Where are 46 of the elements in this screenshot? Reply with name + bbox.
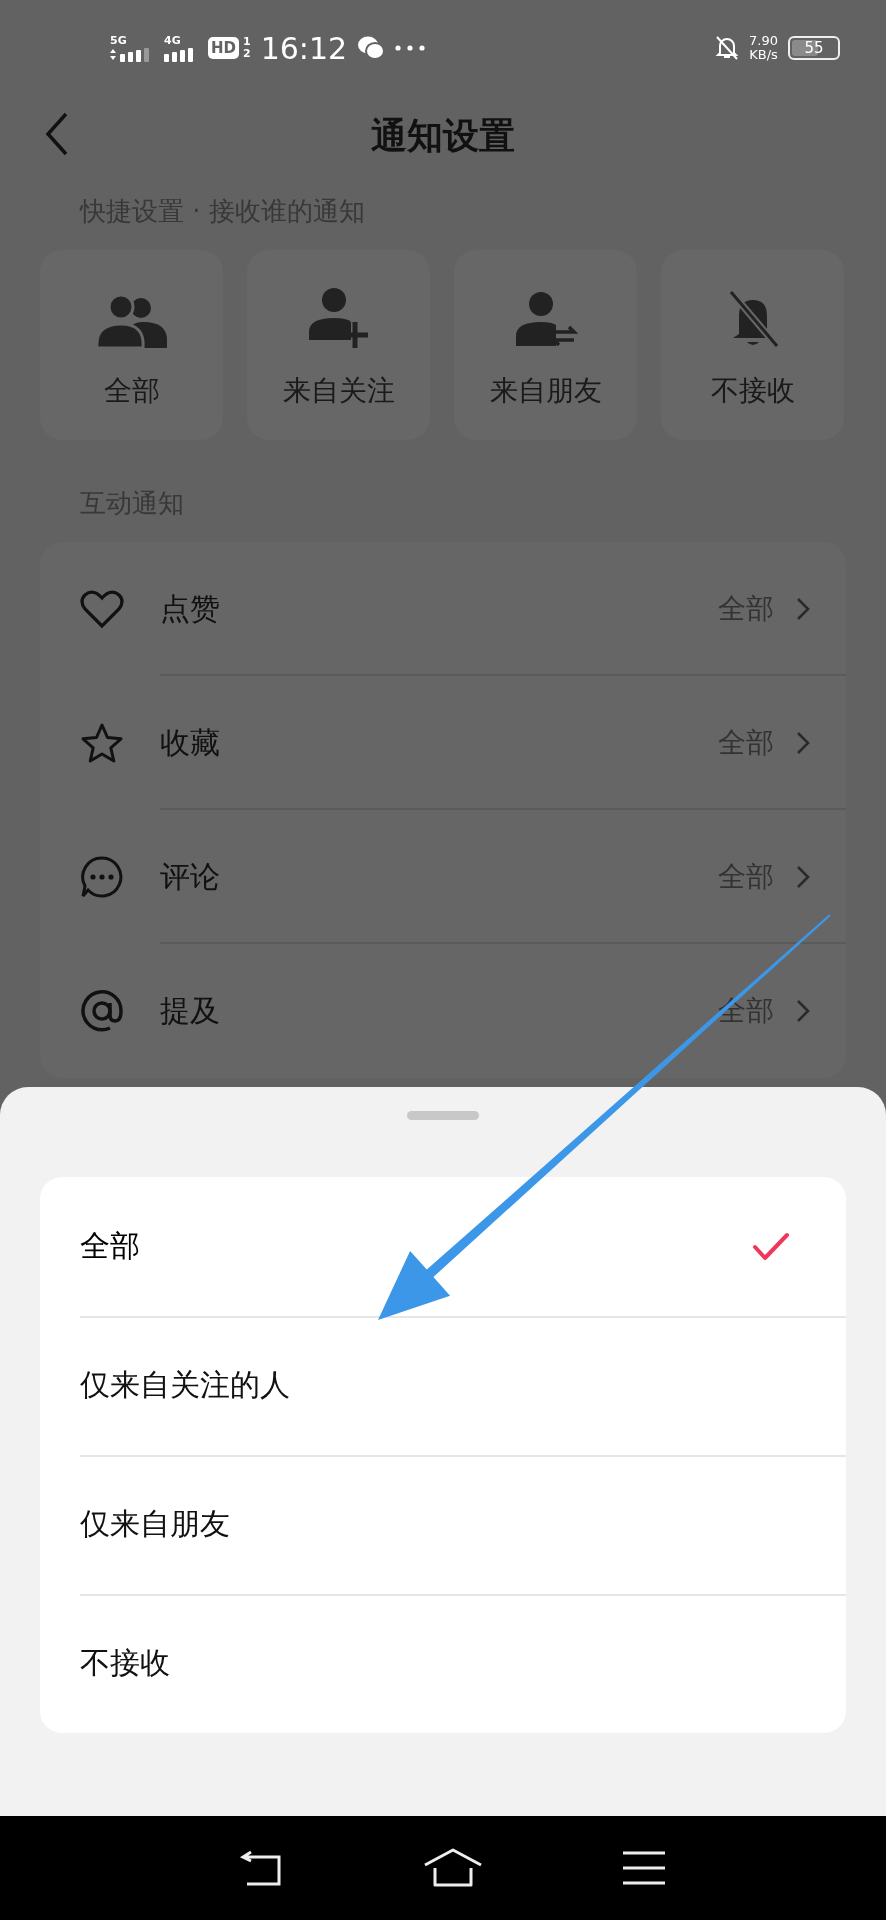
sim-index: 2 — [243, 48, 251, 60]
option-row[interactable]: 仅来自朋友 — [40, 1455, 846, 1594]
card-label: 来自朋友 — [489, 373, 602, 409]
quick-setting-card[interactable]: 来自关注 — [247, 250, 430, 440]
quick-setting-card[interactable]: 全部 — [40, 250, 223, 440]
chevron-right-icon — [796, 731, 810, 755]
more-icon — [395, 45, 426, 51]
option-label: 不接收 — [80, 1644, 170, 1682]
speed-unit: KB/s — [749, 48, 778, 62]
page-title: 通知设置 — [371, 113, 515, 158]
bell-off-icon — [715, 35, 740, 61]
menu-icon[interactable] — [621, 1851, 667, 1885]
card-label: 不接收 — [710, 373, 795, 409]
option-label: 仅来自朋友 — [80, 1505, 230, 1543]
quick-setting-card[interactable]: 不接收 — [661, 250, 844, 440]
chevron-right-icon — [796, 999, 810, 1023]
star-icon — [80, 722, 124, 764]
quick-setting-card[interactable]: 来自朋友 — [454, 250, 637, 440]
battery-level: 55 — [803, 39, 825, 57]
comment-icon — [80, 855, 124, 899]
option-label: 全部 — [80, 1227, 140, 1265]
option-row[interactable]: 不接收 — [40, 1594, 846, 1733]
hd-badge: HD — [208, 37, 239, 59]
network-speed: 7.90 — [749, 34, 778, 48]
card-label: 全部 — [103, 373, 160, 409]
clock: 16:12 — [260, 30, 348, 66]
row-label: 收藏 — [160, 723, 221, 762]
chevron-right-icon — [796, 597, 810, 621]
at-sign-icon — [80, 989, 124, 1033]
home-icon[interactable] — [423, 1848, 483, 1888]
option-row[interactable]: 全部 — [40, 1177, 846, 1316]
row-label: 点赞 — [160, 589, 221, 628]
checkmark-icon — [752, 1231, 790, 1262]
option-row[interactable]: 仅来自关注的人 — [40, 1316, 846, 1455]
chat-bubbles-icon — [357, 35, 386, 61]
option-label: 仅来自关注的人 — [80, 1366, 290, 1404]
network-label: 4G — [164, 34, 181, 47]
sheet-handle[interactable] — [407, 1111, 479, 1120]
chevron-right-icon — [796, 865, 810, 889]
heart-icon — [80, 589, 124, 629]
row-label: 提及 — [160, 991, 221, 1030]
network-label: 5G — [110, 34, 127, 47]
card-label: 来自关注 — [282, 373, 395, 409]
row-label: 评论 — [160, 857, 221, 896]
sim-index: 1 — [243, 36, 251, 48]
add-person-icon — [306, 288, 371, 350]
